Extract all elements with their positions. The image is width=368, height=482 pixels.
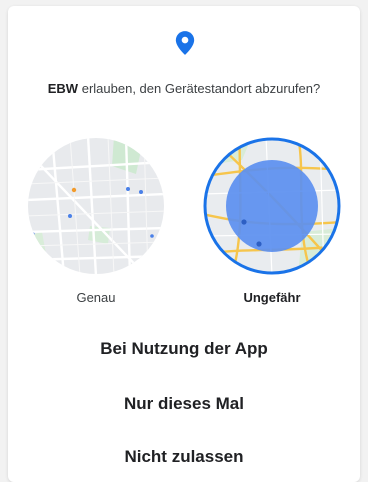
approximate-map-image xyxy=(203,137,341,275)
option-precise-label: Genau xyxy=(76,290,116,305)
question-text: erlauben, den Gerätestandort abzurufen? xyxy=(81,81,321,96)
allow-only-this-time-button[interactable]: Nur dieses Mal xyxy=(8,384,360,424)
option-approximate-label: Ungefähr xyxy=(243,290,301,305)
precise-map-image xyxy=(28,138,164,274)
location-pin-icon xyxy=(175,31,195,55)
permission-question: EBW erlauben, den Gerätestandort abzuruf… xyxy=(8,81,360,96)
deny-button[interactable]: Nicht zulassen xyxy=(8,437,360,477)
option-approximate[interactable]: Ungefähr xyxy=(202,136,342,311)
allow-while-using-button[interactable]: Bei Nutzung der App xyxy=(8,329,360,369)
app-name: EBW xyxy=(47,81,79,96)
permission-dialog: EBW erlauben, den Gerätestandort abzuruf… xyxy=(8,6,360,482)
option-precise[interactable]: Genau xyxy=(26,136,166,311)
